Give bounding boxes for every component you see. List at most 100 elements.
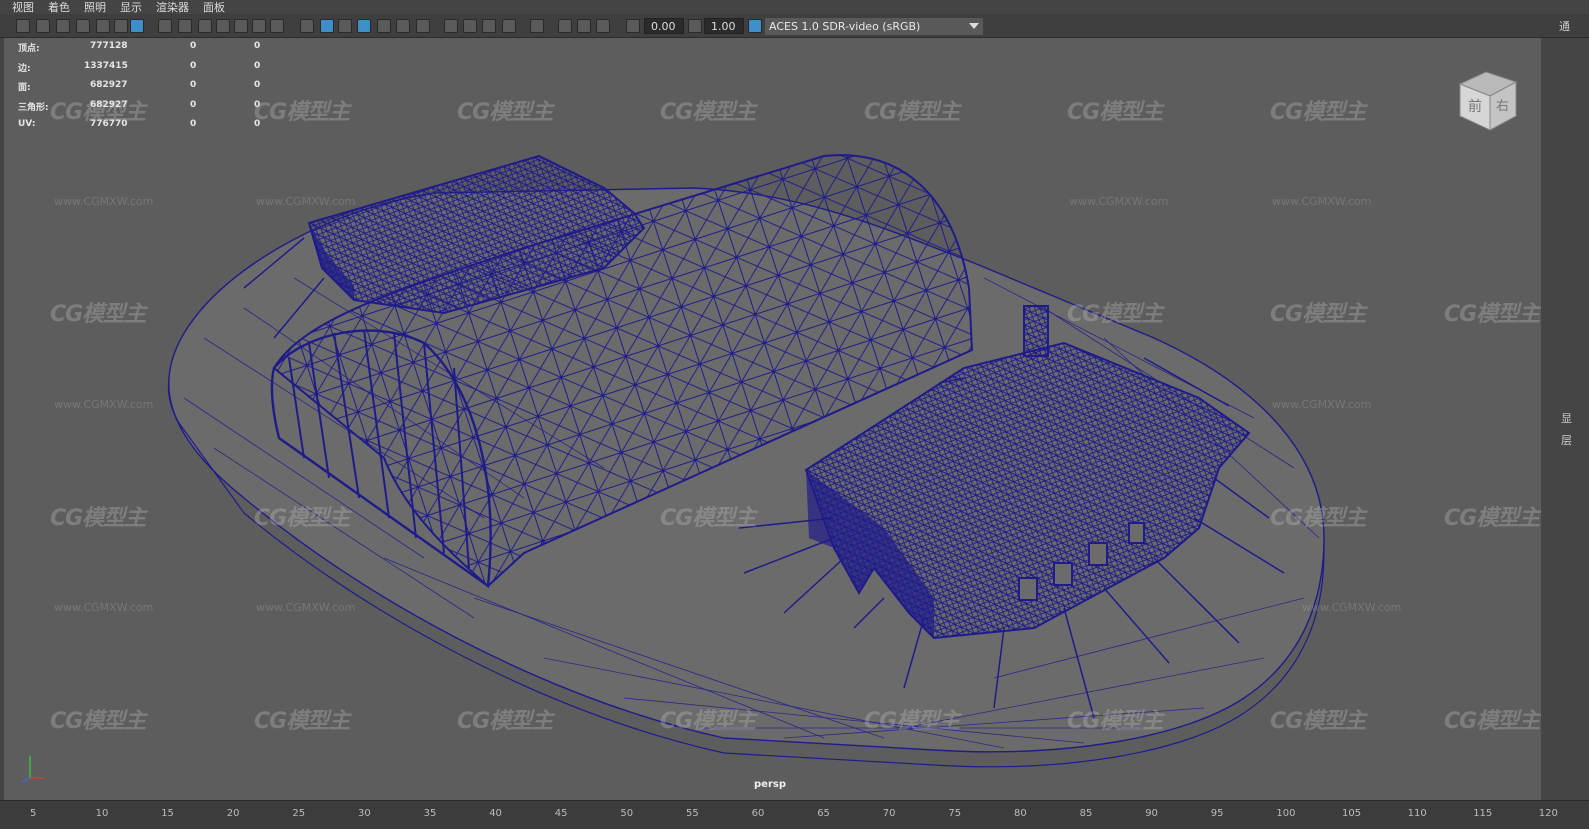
textured-icon[interactable] — [377, 19, 391, 33]
menu-shading[interactable]: 着色 — [48, 0, 70, 15]
hud-value: 0 — [254, 41, 261, 51]
timeline-tick-label: 95 — [1210, 808, 1224, 819]
watermark-logo: CG模型主 — [1067, 302, 1163, 327]
hud-value: 0 — [190, 60, 197, 71]
perspective-viewport[interactable]: CG模型主 CG模型主 CG模型主 CG模型主 CG模型主 CG模型主 CG模型… — [4, 38, 1541, 800]
watermark-url: www.CGMXW.com — [1272, 195, 1372, 208]
grid-toggle-icon[interactable] — [130, 19, 144, 33]
motion-blur-icon[interactable] — [463, 19, 477, 33]
watermark-url: www.CGMXW.com — [1302, 601, 1402, 614]
watermark-logo: CG模型主 — [457, 100, 553, 125]
xray-joints-icon[interactable] — [577, 19, 591, 33]
menu-view[interactable]: 视图 — [12, 0, 34, 15]
menu-lighting[interactable]: 照明 — [84, 0, 106, 15]
wireframe-icon[interactable] — [300, 19, 314, 33]
wireframe-on-shaded-icon[interactable] — [357, 19, 371, 33]
watermark-logo: CG模型主 — [660, 709, 756, 734]
hud-row-faces: 面: 682927 0 0 — [18, 78, 278, 98]
anti-aliasing-icon[interactable] — [482, 19, 496, 33]
xray-icon[interactable] — [558, 19, 572, 33]
resolution-gate-icon[interactable] — [178, 19, 192, 33]
gamma-field[interactable]: 1.00 — [704, 18, 744, 34]
lighting-icon[interactable] — [396, 19, 410, 33]
watermark-logo: CG模型主 — [457, 709, 553, 734]
view-cube[interactable]: 前 右 — [1452, 64, 1522, 134]
safe-action-icon[interactable] — [234, 19, 248, 33]
timeline-tick-label: 105 — [1342, 808, 1362, 819]
timeline-tick-label: 60 — [751, 808, 765, 819]
watermark-url: www.CGMXW.com — [1069, 195, 1169, 208]
image-plane-icon[interactable] — [76, 19, 90, 33]
default-material-icon[interactable] — [338, 19, 352, 33]
watermark-logo: CG模型主 — [660, 506, 756, 531]
hud-value: 776770 — [90, 119, 128, 129]
gate-mask-icon[interactable] — [198, 19, 212, 33]
timeline-tick-label: 25 — [292, 808, 306, 819]
timeline-tick-label: 40 — [489, 808, 502, 819]
hud-value: 682927 — [90, 99, 128, 110]
panel-tab-label[interactable]: 显 — [1561, 410, 1572, 426]
watermark-url: www.CGMXW.com — [54, 195, 154, 208]
timeline-tick-label: 50 — [620, 808, 634, 819]
hud-label: 边: — [18, 63, 31, 74]
view-transform-icon[interactable] — [748, 19, 762, 33]
timeline-tick-label: 70 — [882, 808, 896, 819]
chevron-down-icon — [969, 23, 979, 29]
film-gate-icon[interactable] — [158, 19, 172, 33]
field-chart-icon[interactable] — [216, 19, 230, 33]
panel-toolbar: 0.00 1.00 ACES 1.0 SDR-video (sRGB) — [0, 14, 1589, 38]
timeline-tick-label: 80 — [1014, 808, 1027, 819]
hud-value: 0 — [254, 60, 261, 71]
heads-up-icon[interactable] — [270, 19, 284, 33]
watermark-logo: CG模型主 — [1067, 709, 1163, 734]
camera-select-icon[interactable] — [16, 19, 30, 33]
bookmark-icon[interactable] — [56, 19, 70, 33]
watermark-url: www.CGMXW.com — [1272, 398, 1372, 411]
watermark-logo: CG模型主 — [864, 709, 960, 734]
gamma-icon[interactable] — [688, 19, 702, 33]
watermark-logo: CG模型主 — [1444, 302, 1540, 327]
view-cube-right-label: 右 — [1496, 99, 1509, 114]
timeline-tick-label: 30 — [358, 808, 371, 819]
shadows-icon[interactable] — [416, 19, 430, 33]
timeline-tick-label: 90 — [1145, 808, 1158, 819]
timeline-tick-label: 55 — [686, 808, 699, 819]
hud-value: 0 — [254, 99, 261, 110]
timeline-tick-label: 10 — [95, 808, 109, 819]
ambient-occlusion-icon[interactable] — [444, 19, 458, 33]
hud-value: 0 — [190, 119, 197, 129]
hud-row-edges: 边: 1337415 0 0 — [18, 59, 278, 79]
safe-title-icon[interactable] — [252, 19, 266, 33]
watermark-logo: CG模型主 — [1444, 709, 1540, 734]
time-slider[interactable]: 5 10 15 20 25 30 35 40 45 50 55 60 65 70 75 80 85 90 95 100… — [0, 800, 1589, 829]
menu-panels[interactable]: 面板 — [203, 0, 225, 15]
2d-pan-zoom-icon[interactable] — [114, 19, 128, 33]
watermark-logo: CG模型主 — [50, 506, 146, 531]
hud-value: 0 — [190, 99, 197, 110]
watermark-logo: CG模型主 — [1270, 302, 1366, 327]
exposure-icon[interactable] — [626, 19, 640, 33]
watermark-url: www.CGMXW.com — [256, 195, 356, 208]
exposure-field[interactable]: 0.00 — [644, 18, 684, 34]
watermark-logo: CG模型主 — [1444, 506, 1540, 531]
grease-pencil-icon[interactable] — [96, 19, 110, 33]
wireframe-scene — [167, 154, 1325, 768]
hud-value: 0 — [254, 80, 261, 90]
watermark-logo: CG模型主 — [1270, 506, 1366, 531]
hud-value: 1337415 — [84, 60, 128, 71]
menu-bar: 视图 着色 照明 显示 渲染器 面板 — [0, 0, 1589, 14]
isolate-select-icon[interactable] — [530, 19, 544, 33]
camera-attributes-icon[interactable] — [36, 19, 50, 33]
smooth-shade-icon[interactable] — [320, 19, 334, 33]
timeline-tick-label: 15 — [161, 808, 174, 819]
menu-show[interactable]: 显示 — [120, 0, 142, 15]
watermark-logo: CG模型主 — [254, 709, 350, 734]
depth-of-field-icon[interactable] — [502, 19, 516, 33]
menu-renderer[interactable]: 渲染器 — [156, 0, 189, 15]
xray-components-icon[interactable] — [596, 19, 610, 33]
color-space-dropdown[interactable]: ACES 1.0 SDR-video (sRGB) — [765, 18, 983, 35]
panel-tab-label[interactable]: 层 — [1561, 432, 1572, 448]
hud-label: 三角形: — [18, 102, 49, 113]
hud-value: 0 — [190, 80, 197, 90]
panel-tab-label[interactable]: 通 — [1559, 18, 1570, 34]
